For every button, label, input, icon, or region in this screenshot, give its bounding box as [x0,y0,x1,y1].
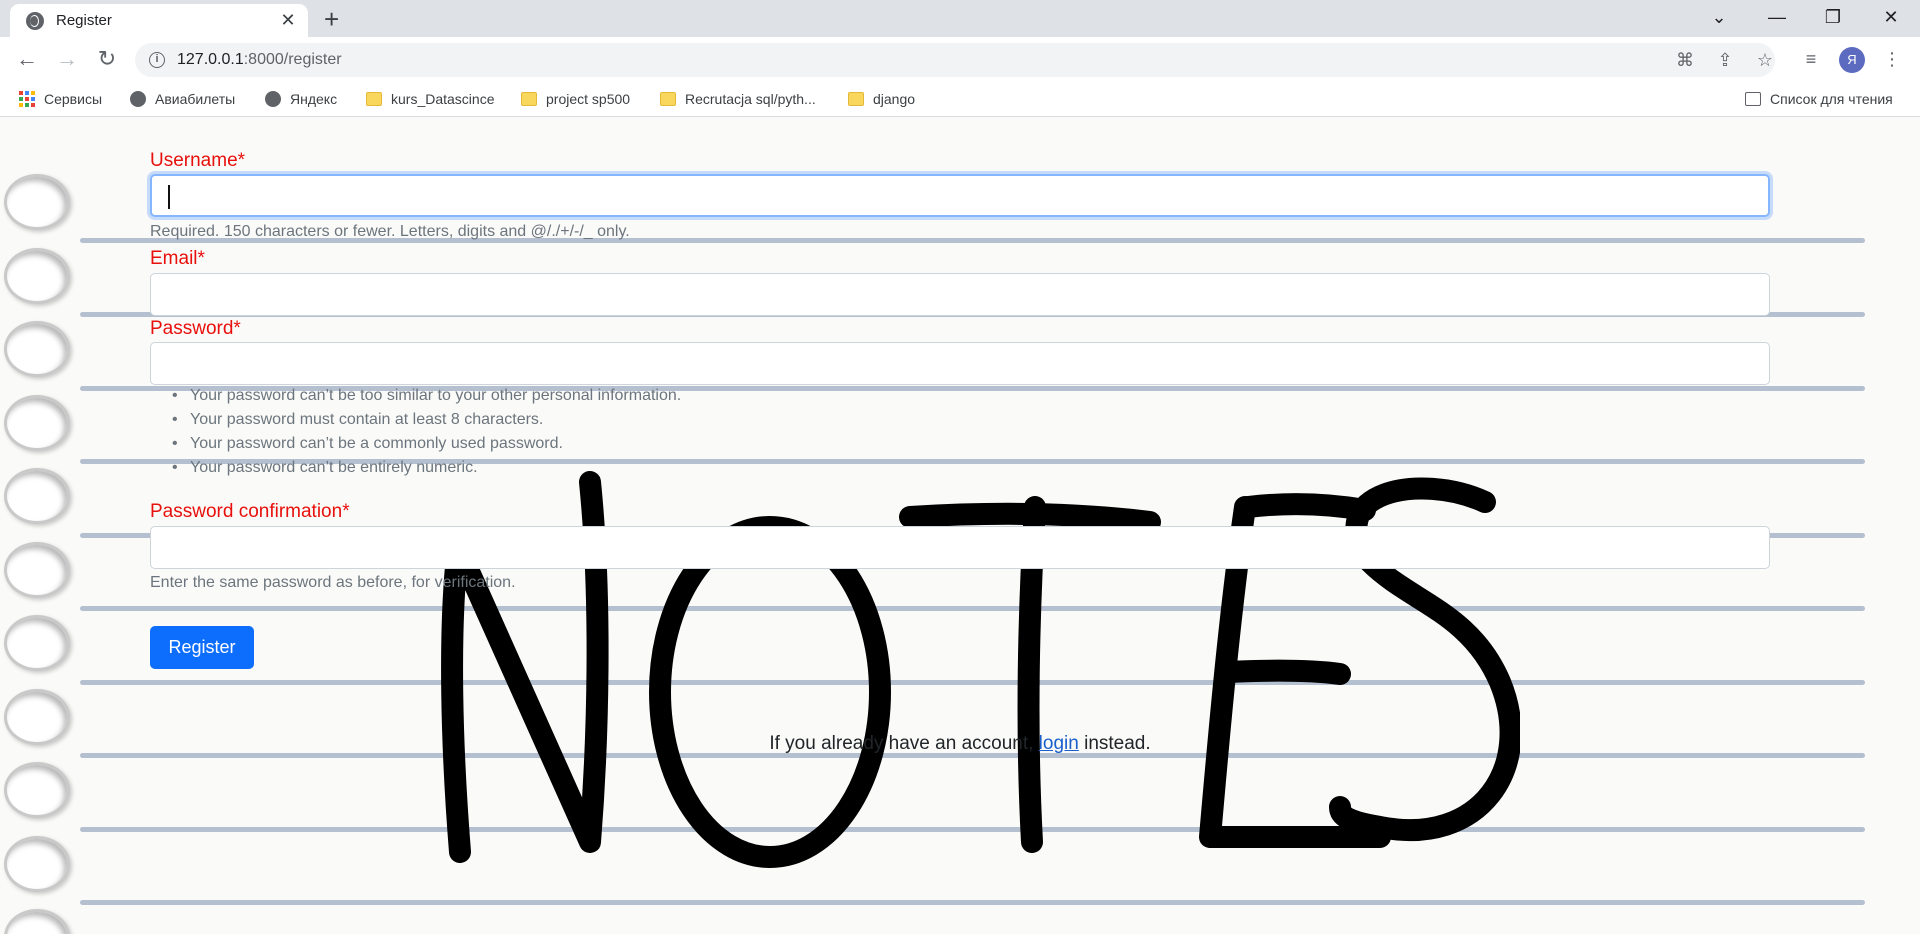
text-caret [168,185,170,209]
password-label: Password* [150,318,241,339]
reading-list-label: Список для чтения [1770,91,1893,107]
bookmark-label: django [873,91,916,107]
binder-ring [4,321,70,377]
profile-avatar[interactable]: Я [1839,47,1865,73]
password-rule: Your password must contain at least 8 ch… [150,411,681,435]
login-link[interactable]: login [1039,733,1079,754]
globe-icon [130,91,146,107]
translate-icon[interactable]: ⌘ [1673,49,1697,71]
back-button[interactable]: ← [12,45,42,75]
reading-list-icon [1745,92,1761,106]
browser-titlebar: Register ✕ + ⌄ — ❐ ✕ [0,0,1920,37]
binder-ring [4,909,70,934]
forward-button[interactable]: → [52,45,82,75]
login-prompt: If you already have an account, login in… [0,733,1920,755]
bookmark-label: Сервисы [44,91,103,107]
bookmark-aviabilety[interactable]: Авиабилеты [130,88,235,110]
bookmark-services[interactable]: Сервисы [19,88,102,110]
bookmark-django[interactable]: django [848,88,915,110]
login-prompt-before: If you already have an account, [769,733,1034,754]
reading-list-button[interactable]: Список для чтения [1745,88,1893,110]
binder-ring [4,836,70,892]
menu-icon[interactable]: ⋮ [1878,45,1906,73]
bookmark-project-sp500[interactable]: project sp500 [521,88,630,110]
media-control-icon[interactable]: ≡ [1797,45,1825,73]
folder-icon [366,92,382,106]
restore-button[interactable]: ❐ [1818,4,1848,30]
minimize-button[interactable]: — [1762,4,1792,30]
tab-title: Register [56,12,112,29]
url-text[interactable]: 127.0.0.1:8000/register [177,51,342,69]
close-tab-icon[interactable]: ✕ [278,10,298,31]
binder-ring [4,174,70,230]
bookmark-label: project sp500 [546,91,631,107]
bookmark-label: Recrutacja sql/pyth... [685,91,816,107]
bookmark-star-icon[interactable]: ☆ [1753,49,1777,71]
binder-ring [4,248,70,304]
binder-ring [4,542,70,598]
ruled-line [80,900,1865,905]
bookmark-yandex[interactable]: Яндекс [265,88,337,110]
password-rules-list: Your password can’t be too similar to yo… [150,387,681,483]
folder-icon [660,92,676,106]
globe-icon [26,11,44,30]
tab-search-icon[interactable]: ⌄ [1704,4,1734,30]
binder-ring [4,762,70,818]
binder-ring [4,395,70,451]
password-rule: Your password can’t be too similar to yo… [150,387,681,411]
password-confirmation-help-text: Enter the same password as before, for v… [150,574,516,591]
bookmarks-bar: Сервисы Авиабилеты Яндекс kurs_Datascinc… [0,81,1920,117]
site-info-icon[interactable]: i [149,52,165,68]
bookmark-label: Яндекс [290,91,338,107]
username-input[interactable] [150,174,1770,217]
bookmark-label: Авиабилеты [155,91,236,107]
browser-tab[interactable]: Register ✕ [10,4,308,37]
binder-ring [4,468,70,524]
new-tab-button[interactable]: + [324,4,339,34]
share-icon[interactable]: ⇪ [1713,49,1737,71]
globe-icon [265,91,281,107]
username-label: Username* [150,150,246,171]
login-prompt-after: instead. [1084,733,1151,754]
password-confirmation-input[interactable] [150,526,1770,569]
close-window-button[interactable]: ✕ [1876,4,1906,30]
bookmark-kurs-datascince[interactable]: kurs_Datascince [366,88,495,110]
address-bar[interactable]: i 127.0.0.1:8000/register ⌘ ⇪ ☆ [135,43,1775,77]
password-input[interactable] [150,342,1770,385]
binder-ring [4,615,70,671]
email-input[interactable] [150,273,1770,316]
bookmark-recrutacja[interactable]: Recrutacja sql/pyth... [660,88,816,110]
folder-icon [521,92,537,106]
folder-icon [848,92,864,106]
register-button[interactable]: Register [150,626,254,669]
password-rule: Your password can’t be a commonly used p… [150,435,681,459]
bookmark-label: kurs_Datascince [391,91,495,107]
register-form: Username* Required. 150 characters or fe… [150,117,1770,817]
browser-toolbar: ← → ↻ i 127.0.0.1:8000/register ⌘ ⇪ ☆ ≡ … [0,37,1920,81]
page-body: Username* Required. 150 characters or fe… [0,117,1920,934]
email-label: Email* [150,248,205,269]
apps-icon [19,91,35,107]
password-confirmation-label: Password confirmation* [150,501,350,522]
username-help-text: Required. 150 characters or fewer. Lette… [150,223,630,240]
reload-button[interactable]: ↻ [92,45,122,75]
password-rule: Your password can’t be entirely numeric. [150,459,681,483]
